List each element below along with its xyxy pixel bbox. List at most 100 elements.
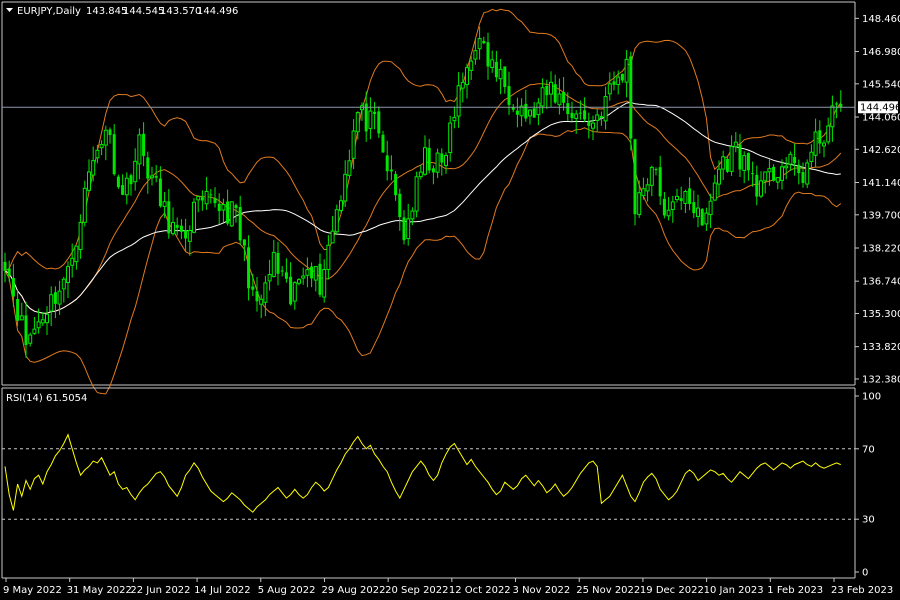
candle-body-bear [389,169,393,172]
candle-body-bear [629,56,633,139]
price-tick-label: 138.220 [862,243,900,254]
candle [192,198,196,234]
candle-body-bull [150,175,154,179]
candle-body-bull [498,68,503,80]
candle-body-bear [583,110,587,120]
candle-body-bull [452,117,457,122]
candle-body-bull [339,200,343,211]
candle-body-bear [772,166,776,181]
candle-body-bull [788,153,793,165]
candle-body-bull [322,269,327,298]
rsi-tick-label: 70 [862,444,875,455]
candle-body-bull [813,131,818,156]
candle-body-bull [19,315,24,321]
candle-body-bull [66,266,70,284]
candle-body-bull [448,122,453,154]
candle-body-bull [595,114,600,121]
candle-body-bull [826,125,831,143]
candle-body-bull [91,160,96,176]
candle-body-bear [566,103,570,115]
candle-body-bear [3,261,7,271]
price-tick-label: 144.060 [862,113,900,124]
price-tick-label: 146.980 [862,47,900,58]
candle-body-bear [620,73,624,81]
candle-body-bull [670,201,675,211]
candle-body-bear [377,111,381,134]
candle-body-bull [780,166,784,181]
candle [700,207,704,226]
candle-body-bull [712,182,717,201]
candle-body-bull [423,147,427,175]
candle-body-bear [276,252,280,274]
candle-body-bull [675,195,679,201]
candle-body-bull [330,230,335,244]
candle-body-bear [108,129,112,136]
candle-body-bull [301,275,306,279]
candle-body-bear [486,42,490,67]
candle-body-bull [477,38,482,50]
candle-body-bull [368,110,373,129]
candle-body-bull [162,201,167,207]
candle-body-bear [398,193,402,217]
candle [116,174,120,189]
candle [805,159,810,189]
candle-body-bear [184,230,188,239]
candle-body-bull [591,122,595,129]
candle-body-bear [431,168,435,173]
candle-body-bear [578,112,582,114]
ohlc-open: 143.845 [86,6,127,17]
candle-body-bear [217,203,221,212]
candle-body-bear [146,157,150,179]
candle-body-bear [835,103,839,105]
candle-body-bear [570,112,574,118]
candle-body-bull [305,269,310,276]
candle-body-bull [645,184,650,192]
rsi-label: RSI(14) 61.5054 [6,393,87,404]
candle-body-bull [624,58,629,83]
candle-body-bull [830,105,835,128]
candle-body-bear [318,263,322,295]
candle-body-bear [688,188,692,204]
candle-body-bear [440,153,444,163]
candle-body-bear [213,197,217,204]
candle-body-bear [284,272,288,279]
candle-body-bull [347,160,352,176]
candle-body-bear [116,176,120,188]
candle-body-bull [171,221,175,235]
candle-body-bear [818,130,822,144]
candle-body-bull [637,192,642,216]
candle-body-bear [247,247,251,289]
candle-body-bull [456,85,461,117]
candle-body-bear [797,164,801,174]
date-tick-label: 5 Aug 2022 [258,585,316,596]
candle-body-bear [121,185,125,195]
price-tick-label: 142.620 [862,145,900,156]
price-tick-label: 132.380 [862,374,900,385]
candle-body-bear [112,134,116,175]
candle-body-bear [587,121,591,126]
candle-body-bear [238,206,242,241]
candle-body-bull [28,334,33,344]
candle-body-bull [78,221,83,251]
date-tick-label: 23 Feb 2023 [831,585,893,596]
candle-body-bull [196,195,201,201]
candle-body-bear [154,175,158,178]
date-tick-label: 14 Jul 2022 [194,585,251,596]
candle-body-bull [40,319,45,324]
candle-body-bear [310,266,314,279]
date-tick-label: 29 Aug 2022 [321,585,385,596]
candle-body-bull [418,171,423,178]
candle-body-bull [822,142,826,147]
candle-body-bull [137,134,142,165]
candle-body-bear [545,85,549,96]
candle-body-bull [721,156,726,170]
price-tick-label: 135.300 [862,309,900,320]
candle-body-bull [343,173,348,202]
candle [414,171,419,218]
candle-body-bear [532,108,536,118]
candle-body-bull [784,165,789,169]
candle-body-bull [82,187,87,223]
candle [229,201,234,227]
candle-body-bull [355,112,360,133]
symbol-timeframe: EURJPY,Daily [17,6,81,17]
